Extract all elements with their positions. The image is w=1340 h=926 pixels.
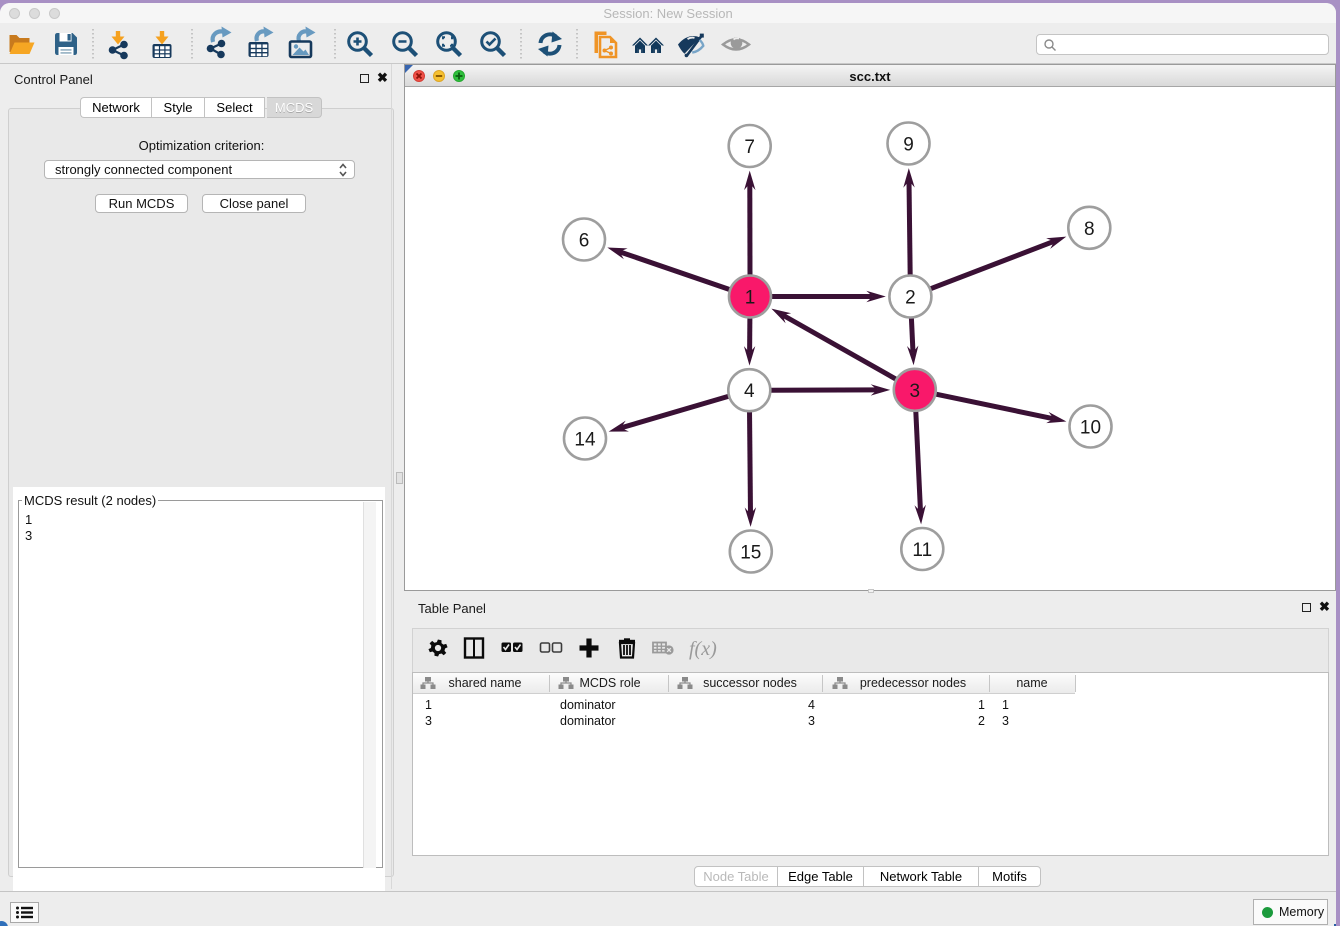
- svg-text:1: 1: [745, 288, 756, 309]
- svg-text:MCDS role: MCDS role: [579, 676, 640, 690]
- svg-text:successor nodes: successor nodes: [703, 676, 797, 690]
- svg-text:4: 4: [744, 381, 755, 402]
- svg-text:11: 11: [912, 540, 932, 561]
- svg-text:2: 2: [905, 288, 916, 309]
- svg-text:14: 14: [574, 430, 596, 451]
- svg-text:15: 15: [740, 543, 761, 564]
- svg-text:9: 9: [903, 135, 914, 156]
- svg-text:7: 7: [744, 137, 755, 158]
- svg-text:shared name: shared name: [449, 676, 522, 690]
- svg-text:8: 8: [1084, 219, 1095, 240]
- svg-text:3: 3: [910, 381, 921, 402]
- svg-text:name: name: [1016, 676, 1047, 690]
- svg-text:f(x): f(x): [689, 638, 717, 660]
- svg-text:10: 10: [1080, 418, 1101, 439]
- svg-text:predecessor nodes: predecessor nodes: [860, 676, 966, 690]
- svg-text:6: 6: [579, 231, 590, 252]
